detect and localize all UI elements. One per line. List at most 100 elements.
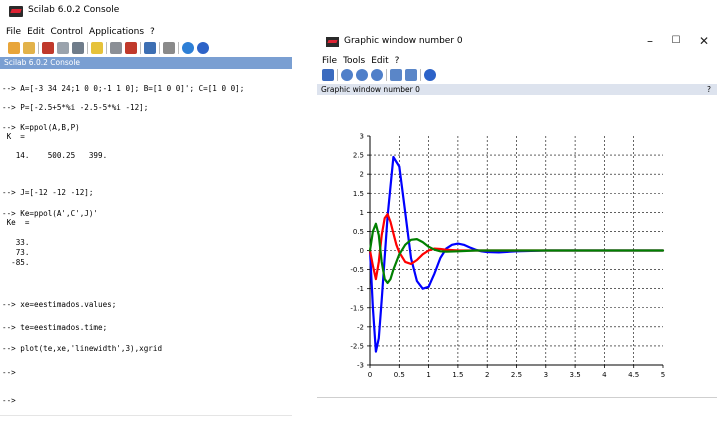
zoom-out-icon[interactable] xyxy=(371,69,383,81)
y-tick-label: 0.5 xyxy=(353,228,364,236)
y-tick-label: 3 xyxy=(360,133,364,141)
maximize-button[interactable]: ☐ xyxy=(666,33,686,49)
console-window: Scilab 6.0.2 Console File Edit Control A… xyxy=(0,0,292,427)
y-tick-label: 1.5 xyxy=(353,190,364,198)
toolbar-separator xyxy=(38,42,39,54)
x-tick-label: 1 xyxy=(426,371,430,379)
console-line: --> te=eestimados.time; xyxy=(2,323,108,332)
menu-file[interactable]: File xyxy=(0,27,24,39)
graphic-window-title: Graphic window number 0 xyxy=(344,36,463,46)
scilab-graphic-icon xyxy=(326,37,339,47)
toolbar-separator xyxy=(106,42,107,54)
xcos-icon[interactable] xyxy=(144,42,156,54)
console-prompt: --> xyxy=(2,396,16,405)
help-icon[interactable] xyxy=(424,69,436,81)
plot-canvas[interactable]: 0 0.5 1 1.5 2 2.5 3 3.5 4 4.5 5 -3 -2.5 -2 -1.5 -1 -0.5 0… xyxy=(317,96,717,396)
close-button[interactable]: ✕ xyxy=(694,33,714,49)
help-icon[interactable] xyxy=(197,42,209,54)
toolbar-separator xyxy=(178,42,179,54)
menu-applications[interactable]: Applications xyxy=(86,27,147,39)
menu-tools[interactable]: Tools xyxy=(340,56,368,66)
console-title-bar: Scilab 6.0.2 Console xyxy=(0,0,292,22)
graphic-panel-header: Graphic window number 0 ? xyxy=(317,84,717,95)
edit-curve-icon[interactable] xyxy=(405,69,417,81)
graphic-toolbar xyxy=(322,68,436,82)
graphic-menu-bar: File Tools Edit ? xyxy=(317,56,402,66)
menu-control[interactable]: Control xyxy=(48,27,87,39)
paste-icon[interactable] xyxy=(72,42,84,54)
cut-icon[interactable] xyxy=(42,42,54,54)
datatip-icon[interactable] xyxy=(390,69,402,81)
x-tick-label: 0 xyxy=(368,371,372,379)
console-line: 73. xyxy=(2,248,30,257)
x-tick-label: 5 xyxy=(661,371,665,379)
graphic-panel-title: Graphic window number 0 xyxy=(321,85,420,94)
y-tick-label: -1.5 xyxy=(350,304,364,312)
console-line: -85. xyxy=(2,258,30,267)
scinotes-icon[interactable] xyxy=(125,42,137,54)
y-tick-label: 2.5 xyxy=(353,152,364,160)
graphic-bottom-divider xyxy=(317,397,717,398)
console-line: 33. xyxy=(2,238,30,247)
console-line: --> Ke=ppol(A',C',J)' xyxy=(2,209,99,218)
x-tick-label: 4.5 xyxy=(628,371,639,379)
x-tick-label: 1.5 xyxy=(452,371,463,379)
console-line: --> plot(te,xe,'linewidth',3),xgrid xyxy=(2,344,163,353)
graphic-window: Graphic window number 0 – ☐ ✕ File Tools… xyxy=(317,0,722,427)
y-tick-label: 1 xyxy=(360,209,364,217)
x-tick-label: 2 xyxy=(485,371,489,379)
series-line-0 xyxy=(368,155,665,353)
console-window-title: Scilab 6.0.2 Console xyxy=(28,5,120,15)
console-line: 14. 500.25 399. xyxy=(2,151,108,160)
panel-help-icon[interactable]: ? xyxy=(707,85,711,94)
menu-edit[interactable]: Edit xyxy=(368,56,391,66)
new-file-icon[interactable] xyxy=(8,42,20,54)
console-toolbar xyxy=(8,40,209,56)
console-line: K = xyxy=(2,132,25,141)
menu-help[interactable]: ? xyxy=(392,56,403,66)
console-prompt: --> xyxy=(2,368,16,377)
minimize-button[interactable]: – xyxy=(640,33,660,49)
y-tick-label: -2.5 xyxy=(350,342,364,350)
console-line: --> xe=eestimados.values; xyxy=(2,300,117,309)
change-directory-icon[interactable] xyxy=(91,42,103,54)
toolbar-separator xyxy=(159,42,160,54)
console-bottom-divider xyxy=(0,415,292,416)
zoom-in-icon[interactable] xyxy=(356,69,368,81)
y-tick-label: -3 xyxy=(357,362,364,370)
preferences-icon[interactable] xyxy=(163,42,175,54)
graphic-title-bar: Graphic window number 0 – ☐ ✕ xyxy=(317,28,722,50)
console-panel-title: Scilab 6.0.2 Console xyxy=(4,58,81,67)
x-tick-label: 2.5 xyxy=(511,371,522,379)
x-tick-label: 3 xyxy=(544,371,548,379)
demos-icon[interactable] xyxy=(182,42,194,54)
console-line: --> A=[-3 34 24;1 0 0;-1 1 0]; B=[1 0 0]… xyxy=(2,84,245,93)
x-tick-label: 0.5 xyxy=(394,371,405,379)
scilab-app-icon xyxy=(9,6,23,17)
toolbar-separator xyxy=(337,69,338,81)
open-folder-icon[interactable] xyxy=(23,42,35,54)
toolbar-separator xyxy=(140,42,141,54)
y-tick-label: 0 xyxy=(360,247,364,255)
menu-file[interactable]: File xyxy=(317,56,340,66)
toolbar-separator xyxy=(386,69,387,81)
copy-icon[interactable] xyxy=(57,42,69,54)
console-line: Ke = xyxy=(2,218,30,227)
console-line: --> K=ppol(A,B,P) xyxy=(2,123,80,132)
console-line: --> P=[-2.5+5*%i -2.5-5*%i -12]; xyxy=(2,103,149,112)
print-icon[interactable] xyxy=(110,42,122,54)
x-tick-label: 3.5 xyxy=(570,371,581,379)
y-tick-label: -2 xyxy=(357,323,364,331)
y-tick-label: -0.5 xyxy=(350,266,364,274)
y-tick-label: 2 xyxy=(360,171,364,179)
console-panel-header: Scilab 6.0.2 Console xyxy=(0,57,292,69)
zoom-icon[interactable] xyxy=(341,69,353,81)
toolbar-separator xyxy=(87,42,88,54)
console-line: --> J=[-12 -12 -12]; xyxy=(2,188,94,197)
menu-edit[interactable]: Edit xyxy=(24,27,47,39)
console-menu-bar: File Edit Control Applications ? xyxy=(0,27,158,39)
x-tick-label: 4 xyxy=(602,371,607,379)
menu-help[interactable]: ? xyxy=(147,27,158,39)
plot-curves xyxy=(368,155,665,353)
rotate-icon[interactable] xyxy=(322,69,334,81)
